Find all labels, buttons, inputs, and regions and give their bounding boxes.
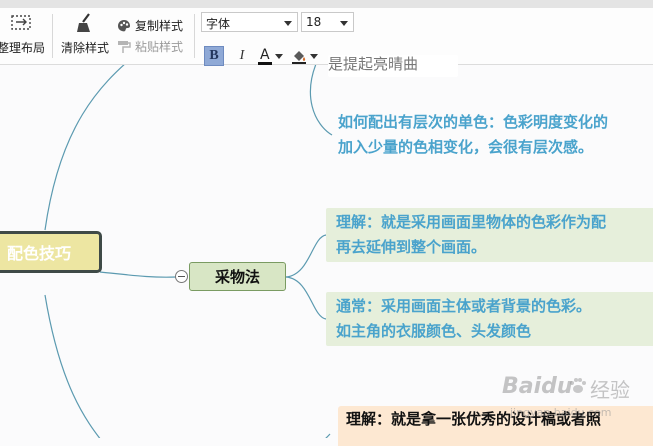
branch-node-caiwufa[interactable]: 采物法 xyxy=(189,262,286,291)
font-family-value: 字体 xyxy=(206,17,231,31)
branch-node-label: 采物法 xyxy=(214,268,260,286)
note-line: 通常：采用画面主体或者背景的色彩。 xyxy=(336,297,592,315)
clear-style-label: 清除样式 xyxy=(60,41,109,55)
copy-style-button[interactable]: 复制样式 xyxy=(117,17,183,34)
window-top-strip xyxy=(0,0,653,8)
collapse-toggle[interactable] xyxy=(175,270,188,283)
broom-icon xyxy=(77,13,90,32)
top-partial-text: 是提起亮晴曲 xyxy=(328,55,419,73)
font-color-label: A xyxy=(258,46,272,65)
understanding-note[interactable]: 理解：就是采用画面里物体的色彩作为配 再去延伸到整个画面。 xyxy=(326,208,653,262)
clear-style-button[interactable]: 清除样式 xyxy=(58,12,112,56)
paw-icon xyxy=(570,378,586,393)
arrange-layout-button[interactable]: 整理布局 xyxy=(0,12,46,56)
single-color-note[interactable]: 如何配出有层次的单色：色彩明度变化的 加入少量的色相变化，会很有层次感。 xyxy=(338,110,653,165)
paste-style-label: 粘贴样式 xyxy=(135,40,184,54)
note-line: 加入少量的色相变化，会很有层次感。 xyxy=(338,138,594,156)
baidu-watermark: Baidu 经验 jingyan.baidu.com xyxy=(502,370,652,430)
bold-label: B xyxy=(209,48,219,63)
chevron-down-icon xyxy=(284,21,292,26)
note-line: 如何配出有层次的单色：色彩明度变化的 xyxy=(338,113,609,131)
italic-label: I xyxy=(239,48,245,63)
paint-roller-icon xyxy=(118,40,131,53)
toolbar-separator xyxy=(194,14,195,58)
italic-button[interactable]: I xyxy=(232,46,252,66)
font-family-select[interactable]: 字体 xyxy=(201,12,298,32)
font-size-select[interactable]: 18 xyxy=(301,12,354,32)
toolbar: 整理布局 清除样式 复制样式 粘贴样式 字体 18 B I A xyxy=(0,8,653,66)
watermark-brand: Baidu xyxy=(502,374,573,399)
minus-icon xyxy=(178,276,185,277)
bold-button[interactable]: B xyxy=(204,46,224,66)
fill-color-button[interactable] xyxy=(291,46,321,66)
toolbar-separator xyxy=(52,14,53,58)
note-line: 再去延伸到整个画面。 xyxy=(336,238,487,256)
copy-style-label: 复制样式 xyxy=(135,19,184,33)
usually-note[interactable]: 通常：采用画面主体或者背景的色彩。 如主角的衣服颜色、头发颜色 xyxy=(326,292,653,346)
arrange-layout-label: 整理布局 xyxy=(0,41,45,55)
layout-icon xyxy=(11,15,31,30)
note-line: 如主角的衣服颜色、头发颜色 xyxy=(336,322,532,340)
font-color-button[interactable]: A xyxy=(258,46,286,66)
palette-icon xyxy=(118,19,130,31)
watermark-cn: 经验 xyxy=(590,378,630,402)
root-node[interactable]: 配色技巧 xyxy=(0,231,102,273)
watermark-url: jingyan.baidu.com xyxy=(510,406,612,419)
font-size-value: 18 xyxy=(306,15,322,29)
paste-style-button[interactable]: 粘贴样式 xyxy=(117,38,183,55)
chevron-down-icon xyxy=(310,53,318,59)
mindmap-canvas[interactable]: 是提起亮晴曲 如何配出有层次的单色：色彩明度变化的 加入少量的色相变化，会很有层… xyxy=(0,55,653,446)
root-node-label: 配色技巧 xyxy=(7,244,72,263)
chevron-down-icon xyxy=(274,53,283,59)
note-line: 理解：就是采用画面里物体的色彩作为配 xyxy=(336,213,607,231)
paint-bucket-icon xyxy=(292,51,306,64)
top-partial-note[interactable]: 是提起亮晴曲 xyxy=(328,55,458,77)
chevron-down-icon xyxy=(340,21,348,26)
